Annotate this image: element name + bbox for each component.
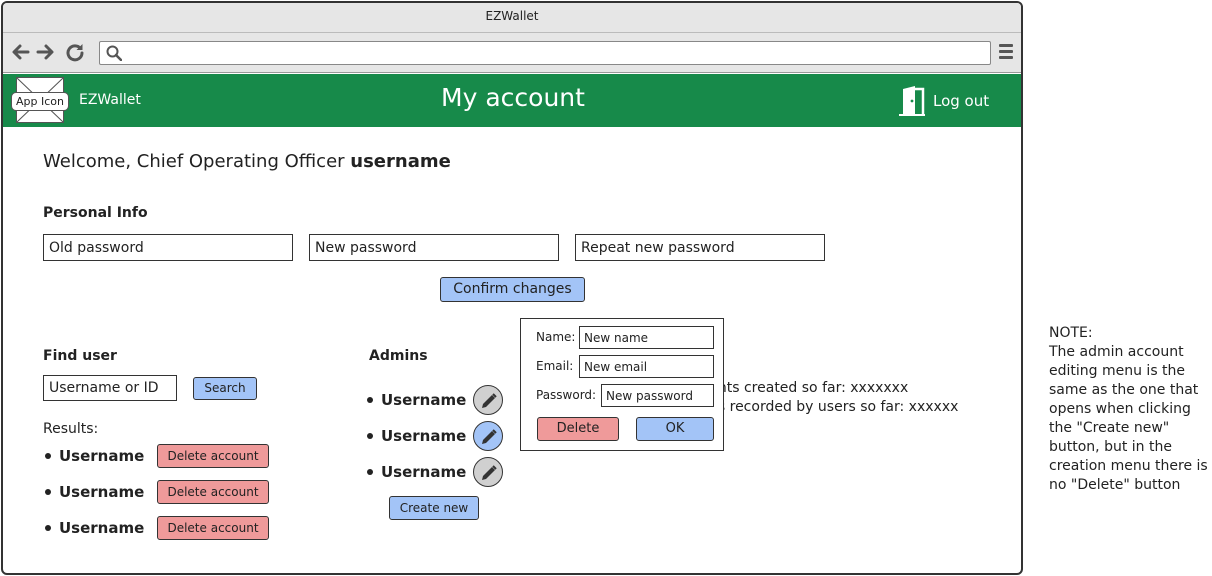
admin-username: Username [381,463,467,481]
list-bullet [367,397,373,403]
edit-admin-popup: Name: Email: Password: Delete OK [520,318,724,451]
forward-arrow-icon[interactable] [35,42,55,62]
pencil-icon [482,393,497,408]
results-label: Results: [43,421,99,437]
delete-account-button[interactable]: Delete account [157,444,269,468]
welcome-message: Welcome, Chief Operating Officer usernam… [43,151,451,172]
result-username: Username [59,483,145,501]
popup-password-field[interactable] [601,384,714,407]
back-arrow-icon[interactable] [11,42,31,62]
create-admin-button[interactable]: Create new [389,496,479,520]
hamburger-menu-icon[interactable] [999,44,1013,60]
delete-account-button[interactable]: Delete account [157,480,269,504]
list-bullet [45,453,51,459]
search-icon [106,45,122,61]
new-password-field[interactable] [309,234,559,261]
main-content: Welcome, Chief Operating Officer usernam… [3,127,1021,573]
page-title: My account [441,83,585,112]
old-password-field[interactable] [43,234,293,261]
edit-admin-button[interactable] [473,385,503,415]
logout-label: Log out [933,92,990,110]
confirm-changes-button[interactable]: Confirm changes [440,277,585,302]
edit-admin-button[interactable] [473,457,503,487]
address-bar[interactable] [99,41,991,65]
result-username: Username [59,519,145,537]
admin-username: Username [381,391,467,409]
popup-ok-button[interactable]: OK [636,417,714,441]
pencil-icon [482,429,497,444]
edit-admin-button-active[interactable] [473,421,503,451]
popup-email-field[interactable] [579,355,714,378]
admin-username: Username [381,427,467,445]
popup-name-label: Name: [536,330,576,344]
logout-button[interactable]: Log out [895,84,989,118]
design-note: NOTE: The admin account editing menu is … [1049,325,1208,493]
stat-transactions-recorded: ns recorded by users so far: xxxxxx [709,399,959,415]
popup-delete-button[interactable]: Delete [537,417,619,441]
door-exit-icon [899,86,925,116]
popup-password-label: Password: [536,388,597,402]
list-bullet [45,525,51,531]
popup-email-label: Email: [536,359,574,373]
delete-account-button[interactable]: Delete account [157,516,269,540]
browser-toolbar [3,33,1021,73]
list-bullet [45,489,51,495]
list-bullet [367,433,373,439]
result-username: Username [59,447,145,465]
stat-accounts-created: unts created so far: xxxxxxx [709,380,909,396]
app-header: App Icon EZWallet My account Log out [3,74,1021,127]
window-title: EZWallet [3,3,1021,33]
admins-heading: Admins [369,348,428,364]
popup-name-field[interactable] [579,326,714,349]
pencil-icon [482,465,497,480]
welcome-prefix: Welcome, Chief Operating Officer [43,151,345,172]
personal-info-heading: Personal Info [43,205,148,221]
find-user-heading: Find user [43,348,117,364]
reload-icon[interactable] [65,42,85,62]
user-search-input[interactable] [43,375,177,401]
repeat-password-field[interactable] [575,234,825,261]
browser-window: EZWallet App Icon EZWallet My account Lo… [1,1,1023,575]
welcome-username: username [350,151,451,172]
list-bullet [367,469,373,475]
search-button[interactable]: Search [193,377,257,400]
